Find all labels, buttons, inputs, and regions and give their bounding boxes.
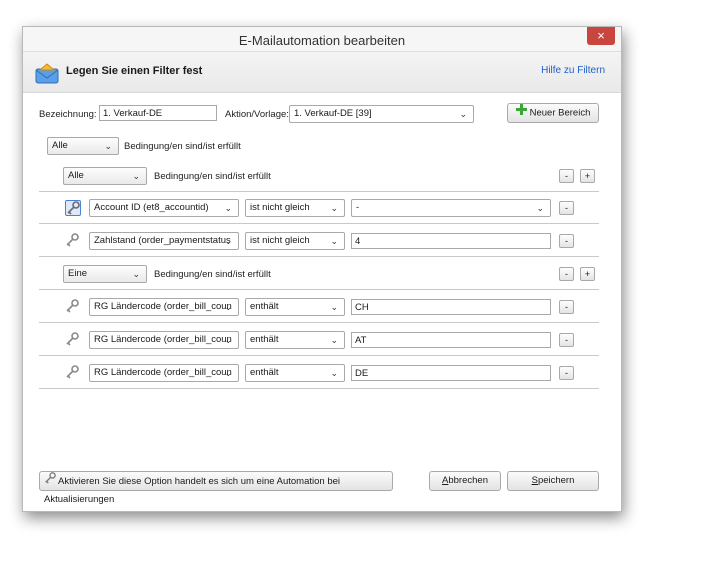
update-option-text: Aktivieren Sie diese Option handelt es s…: [44, 476, 340, 506]
chevron-down-icon: ⌄: [224, 203, 232, 213]
aktion-select-value: 1. Verkauf-DE [39]: [294, 108, 372, 119]
title-bar: E-Mailautomation bearbeiten ×: [23, 27, 621, 52]
filter-header: Legen Sie einen Filter fest Hilfe zu Fil…: [23, 52, 621, 93]
row-remove-button[interactable]: -: [559, 366, 574, 380]
group-condition-text: Bedingung/en sind/ist erfüllt: [154, 171, 271, 182]
aktion-select[interactable]: 1. Verkauf-DE [39] ⌄: [289, 105, 474, 123]
chevron-down-icon: ⌄: [330, 368, 338, 378]
key-icon[interactable]: [65, 332, 81, 348]
row-remove-button[interactable]: -: [559, 234, 574, 248]
key-icon: [44, 472, 56, 491]
close-button[interactable]: ×: [587, 27, 615, 45]
field-select[interactable]: RG Ländercode (order_bill_coun ⌄: [89, 298, 239, 316]
group-mode-value: Alle: [68, 170, 84, 181]
window-title: E-Mailautomation bearbeiten: [238, 33, 406, 48]
value-input[interactable]: DE: [351, 365, 551, 381]
operator-select-value: enthält: [250, 367, 279, 378]
value-select-value: -: [356, 202, 360, 213]
operator-select[interactable]: enthält ⌄: [245, 298, 345, 316]
group-mode-select[interactable]: Alle ⌄: [63, 167, 147, 185]
neuer-bereich-button[interactable]: Neuer Bereich: [507, 103, 599, 123]
field-select-value: RG Ländercode (order_bill_coun: [94, 301, 232, 312]
chevron-down-icon: ⌄: [224, 302, 232, 312]
value-input[interactable]: AT: [351, 332, 551, 348]
plus-icon: [515, 104, 527, 122]
bezeichnung-label: Bezeichnung:: [39, 109, 97, 120]
operator-select-value: ist nicht gleich: [250, 202, 310, 213]
cancel-label: bbrechen: [448, 475, 488, 486]
key-icon[interactable]: [65, 365, 81, 381]
operator-select-value: enthält: [250, 334, 279, 345]
top-condition-select[interactable]: Alle ⌄: [47, 137, 119, 155]
dialog-window: E-Mailautomation bearbeiten × Legen Sie …: [22, 26, 622, 512]
key-icon[interactable]: [65, 299, 81, 315]
field-select[interactable]: RG Ländercode (order_bill_coun ⌄: [89, 331, 239, 349]
top-condition-value: Alle: [52, 140, 68, 151]
key-icon[interactable]: [65, 233, 81, 249]
field-select-value: Zahlstand (order_paymentstatus: [94, 235, 231, 246]
chevron-down-icon: ⌄: [330, 302, 338, 312]
divider: [39, 322, 599, 323]
key-icon[interactable]: [65, 200, 81, 216]
divider: [39, 355, 599, 356]
chevron-down-icon: ⌄: [536, 203, 544, 213]
operator-select[interactable]: enthält ⌄: [245, 364, 345, 382]
chevron-down-icon: ⌄: [330, 335, 338, 345]
field-select-value: RG Ländercode (order_bill_coun: [94, 334, 232, 345]
value-input[interactable]: 4: [351, 233, 551, 249]
field-select-value: RG Ländercode (order_bill_coun: [94, 367, 232, 378]
group-add-button[interactable]: +: [580, 169, 595, 183]
divider: [39, 256, 599, 257]
row-remove-button[interactable]: -: [559, 201, 574, 215]
envelope-icon: [35, 62, 59, 87]
operator-select-value: enthält: [250, 301, 279, 312]
top-condition-text: Bedingung/en sind/ist erfüllt: [124, 141, 241, 152]
field-select[interactable]: RG Ländercode (order_bill_coun ⌄: [89, 364, 239, 382]
group-condition-text: Bedingung/en sind/ist erfüllt: [154, 269, 271, 280]
group-mode-value: Eine: [68, 268, 88, 279]
divider: [39, 388, 599, 389]
divider: [39, 191, 599, 192]
aktion-label: Aktion/Vorlage:: [225, 109, 289, 120]
group-add-button[interactable]: +: [580, 267, 595, 281]
value-select[interactable]: - ⌄: [351, 199, 551, 217]
chevron-down-icon: ⌄: [459, 109, 467, 119]
field-select[interactable]: Account ID (et8_accountid) ⌄: [89, 199, 239, 217]
chevron-down-icon: ⌄: [224, 335, 232, 345]
group-remove-button[interactable]: -: [559, 267, 574, 281]
update-option-checkbox[interactable]: Aktivieren Sie diese Option handelt es s…: [39, 471, 393, 505]
save-label: peichern: [537, 475, 575, 486]
header-text: Legen Sie einen Filter fest: [66, 65, 203, 77]
operator-select[interactable]: ist nicht gleich ⌄: [245, 232, 345, 250]
operator-select[interactable]: ist nicht gleich ⌄: [245, 199, 345, 217]
cancel-button[interactable]: Abbrechen: [429, 471, 501, 491]
group-mode-select[interactable]: Eine ⌄: [63, 265, 147, 283]
chevron-down-icon: ⌄: [132, 171, 140, 181]
divider: [39, 223, 599, 224]
save-button[interactable]: Speichern: [507, 471, 599, 491]
chevron-down-icon: ⌄: [330, 236, 338, 246]
operator-select-value: ist nicht gleich: [250, 235, 310, 246]
chevron-down-icon: ⌄: [330, 203, 338, 213]
neuer-bereich-label: Neuer Bereich: [529, 107, 591, 119]
chevron-down-icon: ⌄: [132, 269, 140, 279]
chevron-down-icon: ⌄: [104, 141, 112, 151]
chevron-down-icon: ⌄: [224, 236, 232, 246]
chevron-down-icon: ⌄: [224, 368, 232, 378]
row-remove-button[interactable]: -: [559, 300, 574, 314]
group-remove-button[interactable]: -: [559, 169, 574, 183]
field-select-value: Account ID (et8_accountid): [94, 202, 209, 213]
row-remove-button[interactable]: -: [559, 333, 574, 347]
field-select[interactable]: Zahlstand (order_paymentstatus ⌄: [89, 232, 239, 250]
value-input[interactable]: CH: [351, 299, 551, 315]
operator-select[interactable]: enthält ⌄: [245, 331, 345, 349]
divider: [39, 289, 599, 290]
bezeichnung-input[interactable]: 1. Verkauf-DE: [99, 105, 217, 121]
help-link[interactable]: Hilfe zu Filtern: [541, 65, 605, 76]
